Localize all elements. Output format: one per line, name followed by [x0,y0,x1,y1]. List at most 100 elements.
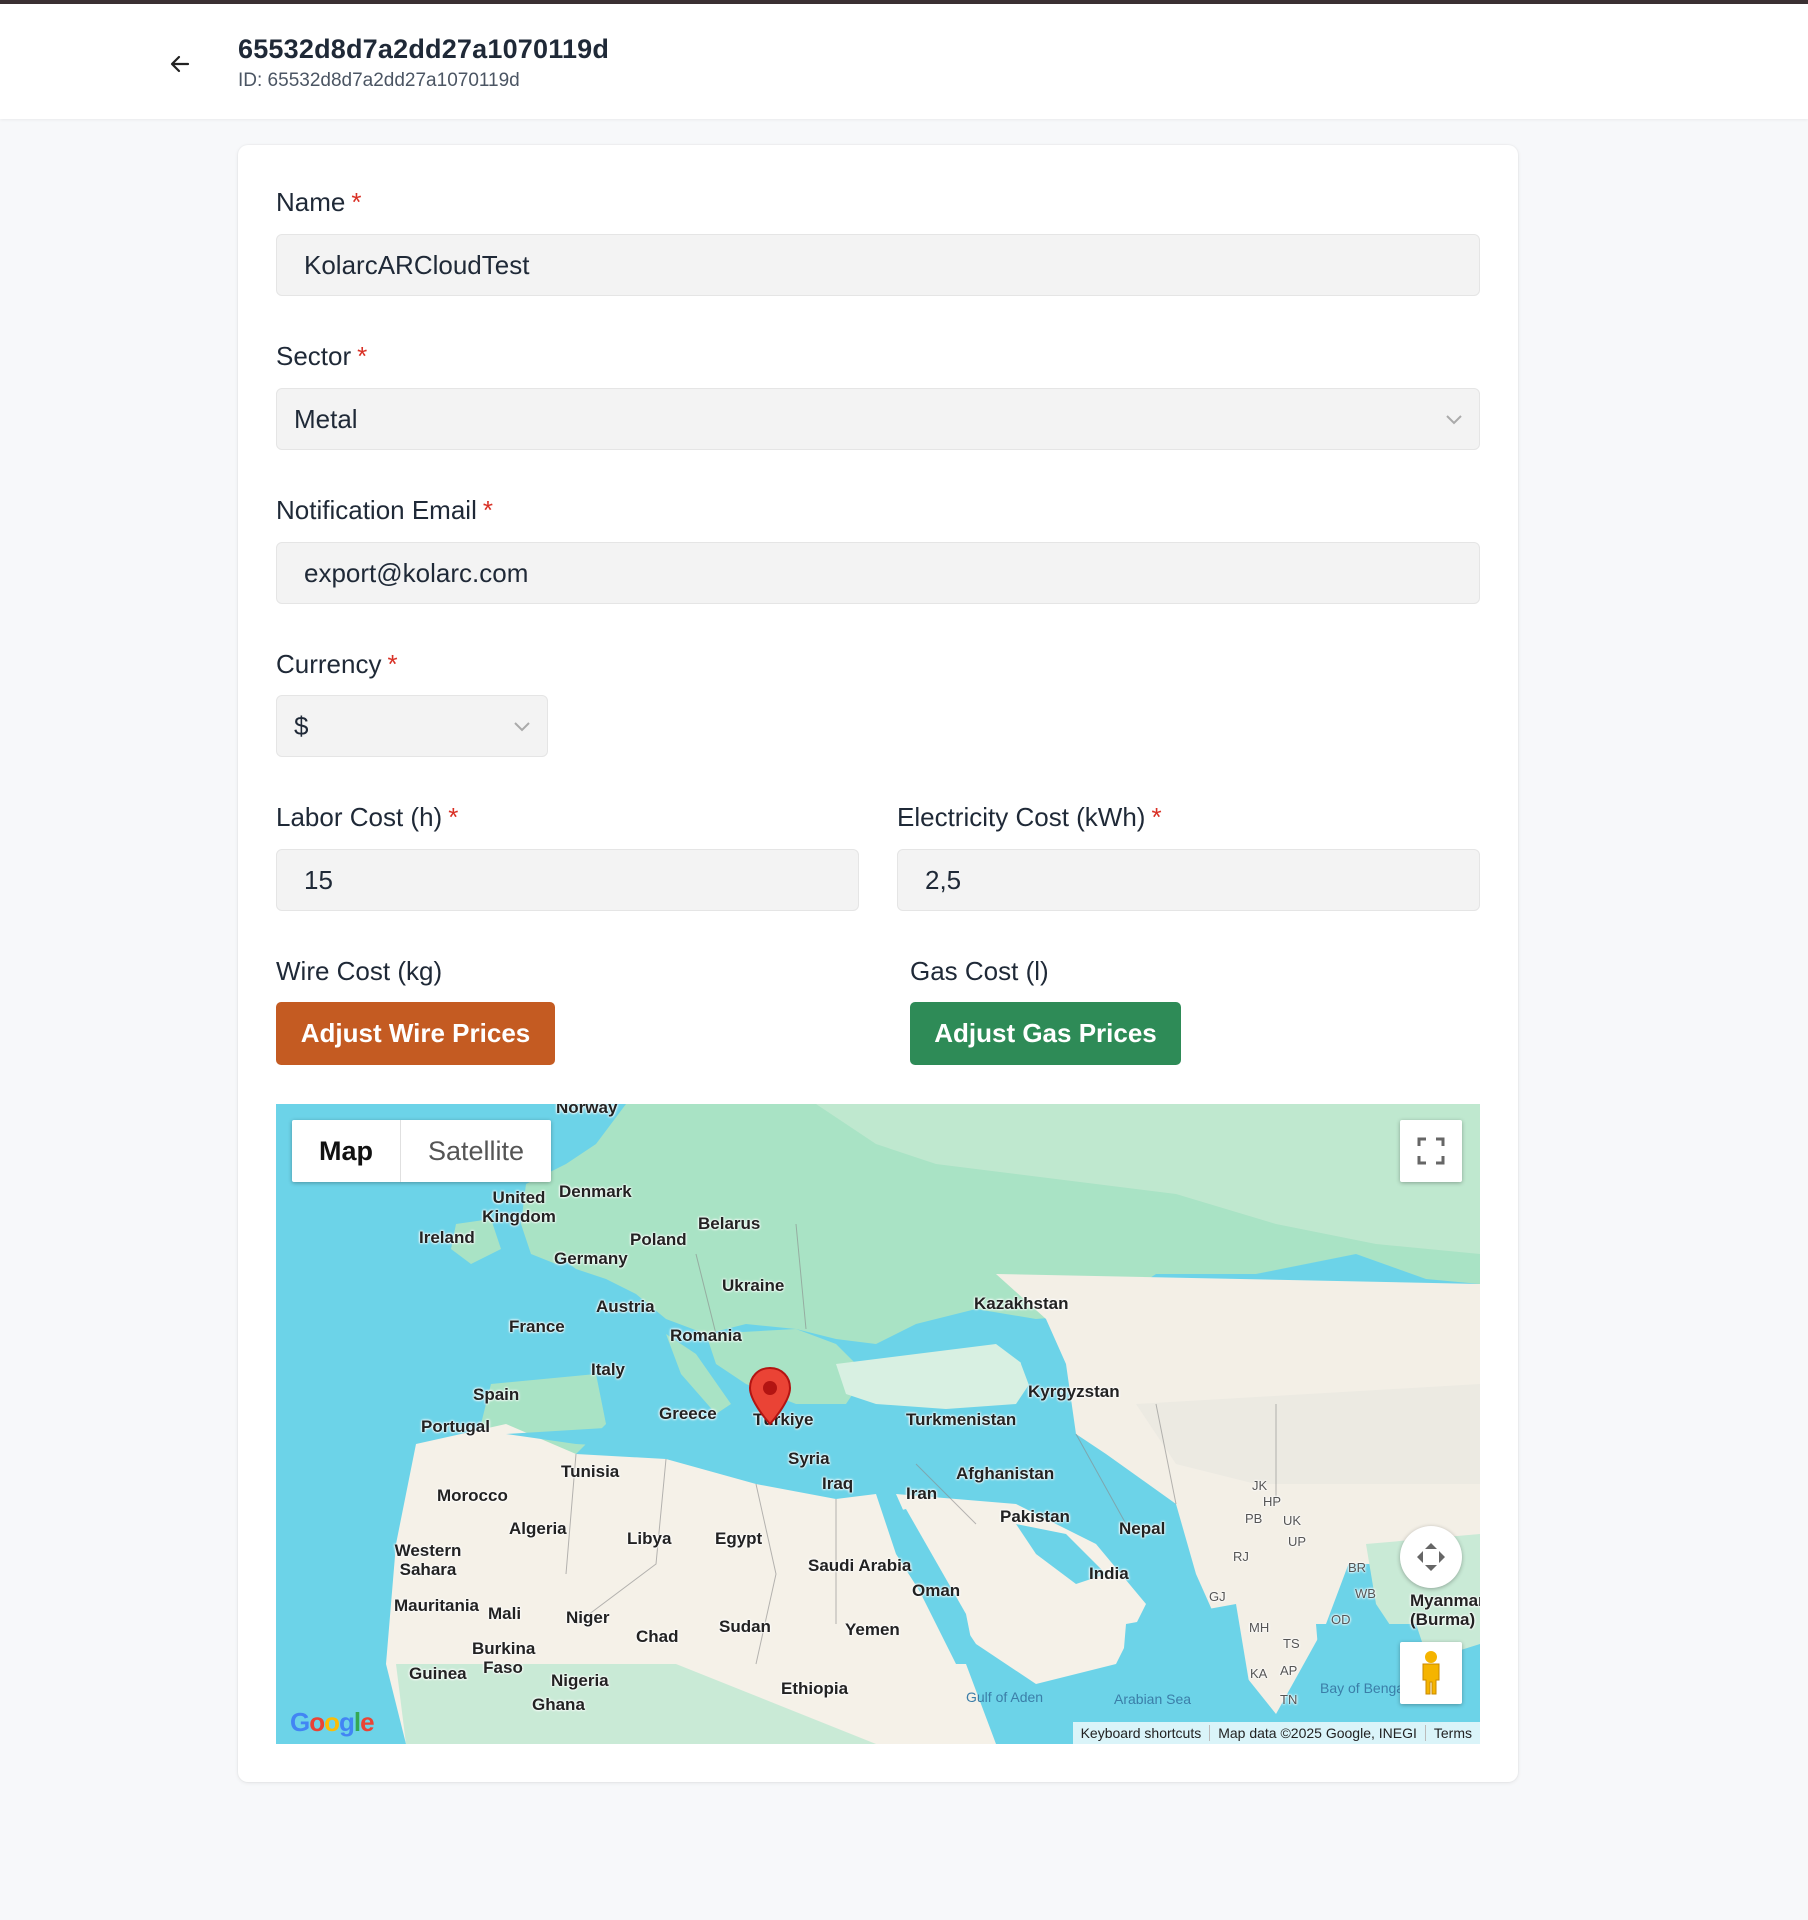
map-label-norway: Norway [556,1104,618,1117]
fullscreen-icon [1417,1137,1445,1165]
map-label-morocco: Morocco [437,1486,508,1505]
adjust-wire-prices-button[interactable]: Adjust Wire Prices [276,1002,555,1065]
map-label-region-ts: TS [1283,1636,1300,1651]
chevron-down-icon [514,722,530,732]
email-input-value: export@kolarc.com [304,557,529,588]
map-label-bay-of-bengal: Bay of Bengal [1320,1680,1408,1696]
sector-select-value: Metal [294,403,358,434]
settings-form-card: Name * KolarcARCloudTest Sector * Metal No… [238,145,1518,1782]
chevron-down-icon [1446,415,1462,425]
map-label-libya: Libya [627,1529,672,1548]
map-pin-icon[interactable] [748,1366,792,1426]
name-input-value: KolarcARCloudTest [304,249,530,280]
page-header: 65532d8d7a2dd27a1070119d ID: 65532d8d7a2… [0,4,1808,119]
map-label-kazakhstan: Kazakhstan [974,1294,1069,1313]
email-input[interactable]: export@kolarc.com [276,542,1480,604]
map-label-region-tn: TN [1280,1692,1298,1707]
page-subtitle: ID: 65532d8d7a2dd27a1070119d [238,70,520,91]
map-label-oman: Oman [912,1581,961,1600]
location-map[interactable]: Norway Denmark United Kingdom Ireland Po… [276,1104,1480,1744]
map-label-niger: Niger [566,1608,610,1627]
labor-cost-label: Labor Cost (h) * [276,802,458,833]
google-logo: Google [290,1707,375,1737]
back-button[interactable] [165,49,195,79]
map-type-satellite-button[interactable]: Satellite [401,1120,551,1182]
keyboard-shortcuts-link[interactable]: Keyboard shortcuts [1073,1725,1210,1741]
electricity-cost-label: Electricity Cost (kWh) * [897,802,1162,833]
map-label-afghanistan: Afghanistan [956,1464,1055,1483]
map-label-myanmar: Myanmar (Burma) [1410,1591,1480,1629]
sector-select[interactable]: Metal [276,388,1480,450]
map-label-algeria: Algeria [509,1519,567,1538]
email-label: Notification Email * [276,495,493,526]
map-label-region-ap: AP [1280,1663,1298,1678]
labor-cost-value: 15 [304,864,333,895]
map-label-ghana: Ghana [532,1695,585,1714]
name-label-text: Name [276,187,346,217]
electricity-cost-label-text: Electricity Cost (kWh) [897,802,1146,832]
pegman-icon [1422,1651,1440,1695]
map-label-poland: Poland [630,1230,687,1249]
map-label-yemen: Yemen [845,1620,900,1639]
currency-label-text: Currency [276,649,382,679]
map-label-ukraine: Ukraine [722,1276,785,1295]
name-input[interactable]: KolarcARCloudTest [276,234,1480,296]
map-label-region-wb: WB [1355,1586,1376,1601]
map-label-region-ka: KA [1250,1666,1268,1681]
required-mark: * [357,341,368,371]
labor-cost-input[interactable]: 15 [276,849,859,911]
map-label-mali: Mali [488,1604,522,1623]
labor-cost-label-text: Labor Cost (h) [276,802,443,832]
map-type-map-button[interactable]: Map [292,1120,401,1182]
email-label-text: Notification Email [276,495,477,525]
map-label-nigeria: Nigeria [551,1671,609,1690]
page-title: 65532d8d7a2dd27a1070119d [238,34,610,64]
map-label-iraq: Iraq [822,1474,854,1493]
map-label-region-od: OD [1331,1612,1351,1627]
map-label-region-uk: UK [1283,1513,1302,1528]
map-label-kyrgyzstan: Kyrgyzstan [1028,1382,1120,1401]
map-label-romania: Romania [670,1326,742,1345]
map-label-syria: Syria [788,1449,830,1468]
map-label-spain: Spain [473,1385,520,1404]
electricity-cost-value: 2,5 [925,864,962,895]
wire-cost-label: Wire Cost (kg) [276,956,443,986]
map-label-western-sahara: Western Sahara [394,1541,462,1579]
map-label-india: India [1089,1564,1129,1583]
map-label-austria: Austria [596,1297,655,1316]
electricity-cost-input[interactable]: 2,5 [897,849,1480,911]
map-label-belarus: Belarus [698,1214,761,1233]
required-mark: * [482,495,493,525]
street-view-button[interactable] [1400,1642,1462,1704]
map-label-tunisia: Tunisia [561,1462,620,1481]
sector-label: Sector * [276,341,367,372]
name-label: Name * [276,187,361,218]
map-type-control: Map Satellite [292,1120,552,1182]
required-mark: * [1151,802,1162,832]
terms-link[interactable]: Terms [1424,1725,1480,1741]
map-label-ireland: Ireland [419,1228,475,1247]
back-arrow-icon [170,55,190,73]
map-label-united-kingdom: United Kingdom [482,1188,556,1226]
map-label-denmark: Denmark [559,1182,632,1201]
map-label-mauritania: Mauritania [394,1596,480,1615]
currency-select[interactable]: $ [276,695,548,757]
map-label-turkmenistan: Turkmenistan [906,1410,1017,1429]
gas-cost-label: Gas Cost (l) [910,956,1049,986]
sector-label-text: Sector [276,341,352,371]
camera-control-button[interactable] [1400,1526,1462,1588]
currency-select-value: $ [294,710,309,741]
map-label-greece: Greece [659,1404,717,1423]
map-label-region-hp: HP [1263,1494,1282,1509]
camera-control-icon [1417,1543,1445,1571]
required-mark: * [448,802,459,832]
map-label-chad: Chad [636,1627,679,1646]
map-label-region-pb: PB [1245,1511,1263,1526]
map-label-iran: Iran [906,1484,938,1503]
currency-label: Currency * [276,649,398,680]
fullscreen-button[interactable] [1400,1120,1462,1182]
map-label-region-gj: GJ [1209,1589,1226,1604]
adjust-gas-prices-button[interactable]: Adjust Gas Prices [910,1002,1181,1065]
map-label-germany: Germany [554,1249,628,1268]
map-label-saudi-arabia: Saudi Arabia [808,1556,912,1575]
